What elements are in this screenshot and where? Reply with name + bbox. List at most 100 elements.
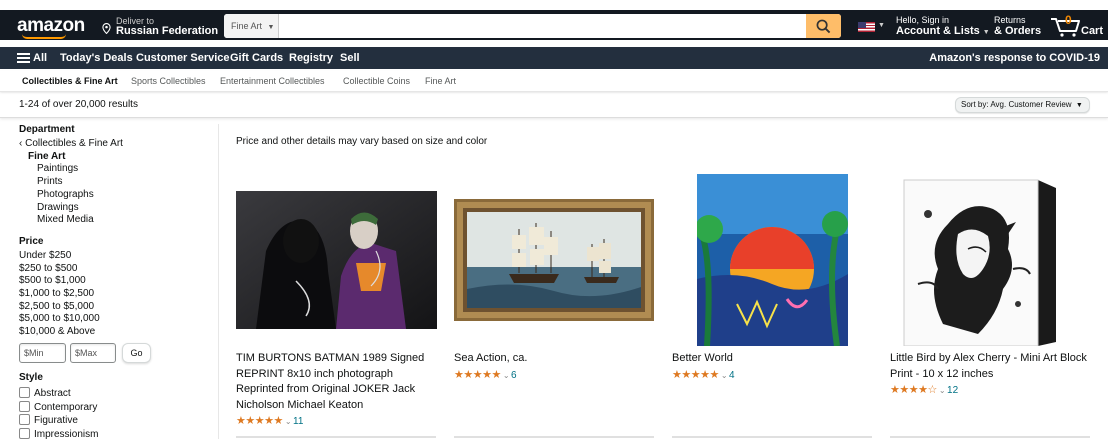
- covid-response-link[interactable]: Amazon's response to COVID-19: [929, 52, 1100, 64]
- department-drawings[interactable]: Drawings: [19, 202, 214, 215]
- divider: [454, 436, 654, 438]
- star-rating-icon: ★★★★★: [454, 369, 501, 381]
- product-image-batman[interactable]: [236, 191, 437, 329]
- product-image-little-bird[interactable]: [898, 174, 1056, 347]
- price-10000-above[interactable]: $10,000 & Above: [19, 326, 214, 339]
- better-world-painting-image: [695, 174, 848, 347]
- style-figurative[interactable]: Figurative: [19, 414, 214, 428]
- nav-sell[interactable]: Sell: [340, 52, 360, 64]
- checkbox[interactable]: [19, 414, 30, 426]
- nav-all[interactable]: All: [33, 52, 47, 64]
- chevron-down-icon: ▼: [267, 24, 275, 31]
- product-title[interactable]: TIM BURTONS BATMAN 1989 Signed REPRINT 8…: [236, 351, 442, 413]
- style-impressionism-label: Impressionism: [34, 429, 99, 439]
- chevron-down-icon: ▼: [878, 22, 885, 29]
- sort-by-label: Sort by:: [961, 100, 989, 109]
- product-rating[interactable]: ★★★★☆ ⌄ 12: [890, 383, 958, 396]
- price-go-button[interactable]: Go: [122, 343, 151, 363]
- product-rating[interactable]: ★★★★★ ⌄ 4: [672, 368, 735, 381]
- location-pin-icon: [102, 23, 111, 34]
- star-rating-icon: ★★★★☆: [890, 384, 937, 396]
- review-count[interactable]: 12: [947, 385, 958, 396]
- search-button[interactable]: [806, 14, 841, 38]
- department-mixed-media[interactable]: Mixed Media: [19, 214, 214, 227]
- hamburger-menu-icon[interactable]: [17, 53, 30, 63]
- department-prints[interactable]: Prints: [19, 176, 214, 189]
- nav-registry[interactable]: Registry: [289, 52, 333, 64]
- search-bar: Fine Art ▼: [224, 14, 841, 38]
- price-250-500[interactable]: $250 to $500: [19, 263, 214, 276]
- returns-label: Returns: [994, 15, 1026, 25]
- us-flag-icon[interactable]: [858, 22, 875, 32]
- search-category-label: Fine Art: [231, 21, 263, 31]
- checkbox[interactable]: [19, 400, 30, 412]
- price-2500-5000[interactable]: $2,500 to $5,000: [19, 301, 214, 314]
- filter-sidebar: Department ‹ Collectibles & Fine Art Fin…: [19, 124, 214, 439]
- product-image-better-world[interactable]: [695, 174, 848, 347]
- min-price-input[interactable]: $Min: [19, 343, 66, 363]
- chevron-down-icon: ⌄: [502, 371, 510, 380]
- review-count[interactable]: 4: [729, 370, 735, 381]
- style-contemporary[interactable]: Contemporary: [19, 400, 214, 415]
- category-collectibles-fine-art[interactable]: Collectibles & Fine Art: [22, 76, 118, 86]
- price-1000-2500[interactable]: $1,000 to $2,500: [19, 288, 214, 301]
- chevron-down-icon: ⌄: [284, 417, 292, 426]
- sort-by-dropdown[interactable]: Sort by: Avg. Customer Review ▼: [955, 97, 1090, 113]
- checkbox[interactable]: [19, 428, 30, 439]
- nav-customer-service[interactable]: Customer Service: [136, 52, 230, 64]
- batman-photo-image: [236, 191, 437, 329]
- account-and-lists[interactable]: Hello, Sign in Account & Lists ▼: [896, 15, 990, 37]
- review-count[interactable]: 11: [293, 416, 303, 427]
- department-back-link[interactable]: ‹ Collectibles & Fine Art: [19, 138, 214, 151]
- category-sports-collectibles[interactable]: Sports Collectibles: [131, 76, 206, 86]
- star-rating-icon: ★★★★★: [236, 415, 283, 427]
- style-abstract[interactable]: Abstract: [19, 387, 214, 401]
- deliver-location: Russian Federation: [116, 25, 219, 37]
- nav-gift-cards[interactable]: Gift Cards: [230, 52, 283, 64]
- chevron-down-icon: ▼: [1075, 102, 1083, 109]
- style-impressionism[interactable]: Impressionism: [19, 428, 214, 439]
- product-title[interactable]: Sea Action, ca.: [454, 351, 654, 367]
- account-lists-label: Account & Lists: [896, 25, 980, 37]
- review-count[interactable]: 6: [511, 370, 517, 381]
- search-input[interactable]: [280, 14, 800, 38]
- price-500-1000[interactable]: $500 to $1,000: [19, 275, 214, 288]
- product-image-sea-action[interactable]: [454, 199, 654, 321]
- checkbox[interactable]: [19, 387, 30, 398]
- max-price-input[interactable]: $Max: [70, 343, 116, 363]
- divider: [890, 436, 1090, 438]
- star-rating-icon: ★★★★★: [672, 369, 719, 381]
- price-5000-10000[interactable]: $5,000 to $10,000: [19, 313, 214, 326]
- product-rating[interactable]: ★★★★★ ⌄ 11: [236, 414, 303, 427]
- chevron-down-icon: ⌄: [938, 386, 946, 395]
- cart-count: 0: [1065, 13, 1072, 27]
- amazon-smile-icon: [22, 34, 66, 39]
- sign-in-label: Hello, Sign in: [896, 15, 950, 25]
- returns-and-orders[interactable]: Returns & Orders: [994, 15, 1041, 37]
- framed-ship-painting-image: [454, 199, 654, 321]
- search-icon: [816, 19, 831, 33]
- style-figurative-label: Figurative: [34, 415, 78, 427]
- category-fine-art[interactable]: Fine Art: [425, 76, 456, 86]
- orders-label: & Orders: [994, 25, 1042, 37]
- search-category-dropdown[interactable]: Fine Art ▼: [224, 14, 279, 38]
- cart-button[interactable]: 0 Cart: [1050, 13, 1103, 37]
- product-title[interactable]: Better World: [672, 351, 872, 367]
- results-info-bar: 1-24 of over 20,000 results Sort by: Avg…: [0, 93, 1108, 118]
- divider: [236, 436, 436, 438]
- product-title[interactable]: Little Bird by Alex Cherry - Mini Art Bl…: [890, 351, 1090, 382]
- nav-todays-deals[interactable]: Today's Deals: [60, 52, 133, 64]
- category-nav: Collectibles & Fine Art Sports Collectib…: [0, 71, 1108, 92]
- chevron-left-icon: ‹: [19, 138, 23, 149]
- department-photographs[interactable]: Photographs: [19, 189, 214, 202]
- little-bird-art-block-image: [903, 179, 1056, 347]
- price-under-250[interactable]: Under $250: [19, 250, 214, 263]
- sort-by-value: Avg. Customer Review: [990, 100, 1072, 109]
- category-entertainment-collectibles[interactable]: Entertainment Collectibles: [220, 76, 325, 86]
- style-abstract-label: Abstract: [34, 388, 71, 399]
- category-collectible-coins[interactable]: Collectible Coins: [343, 76, 410, 86]
- department-paintings[interactable]: Paintings: [19, 163, 214, 176]
- product-rating[interactable]: ★★★★★ ⌄ 6: [454, 368, 517, 381]
- price-notice: Price and other details may vary based o…: [236, 136, 488, 147]
- department-back-label: Collectibles & Fine Art: [25, 138, 123, 149]
